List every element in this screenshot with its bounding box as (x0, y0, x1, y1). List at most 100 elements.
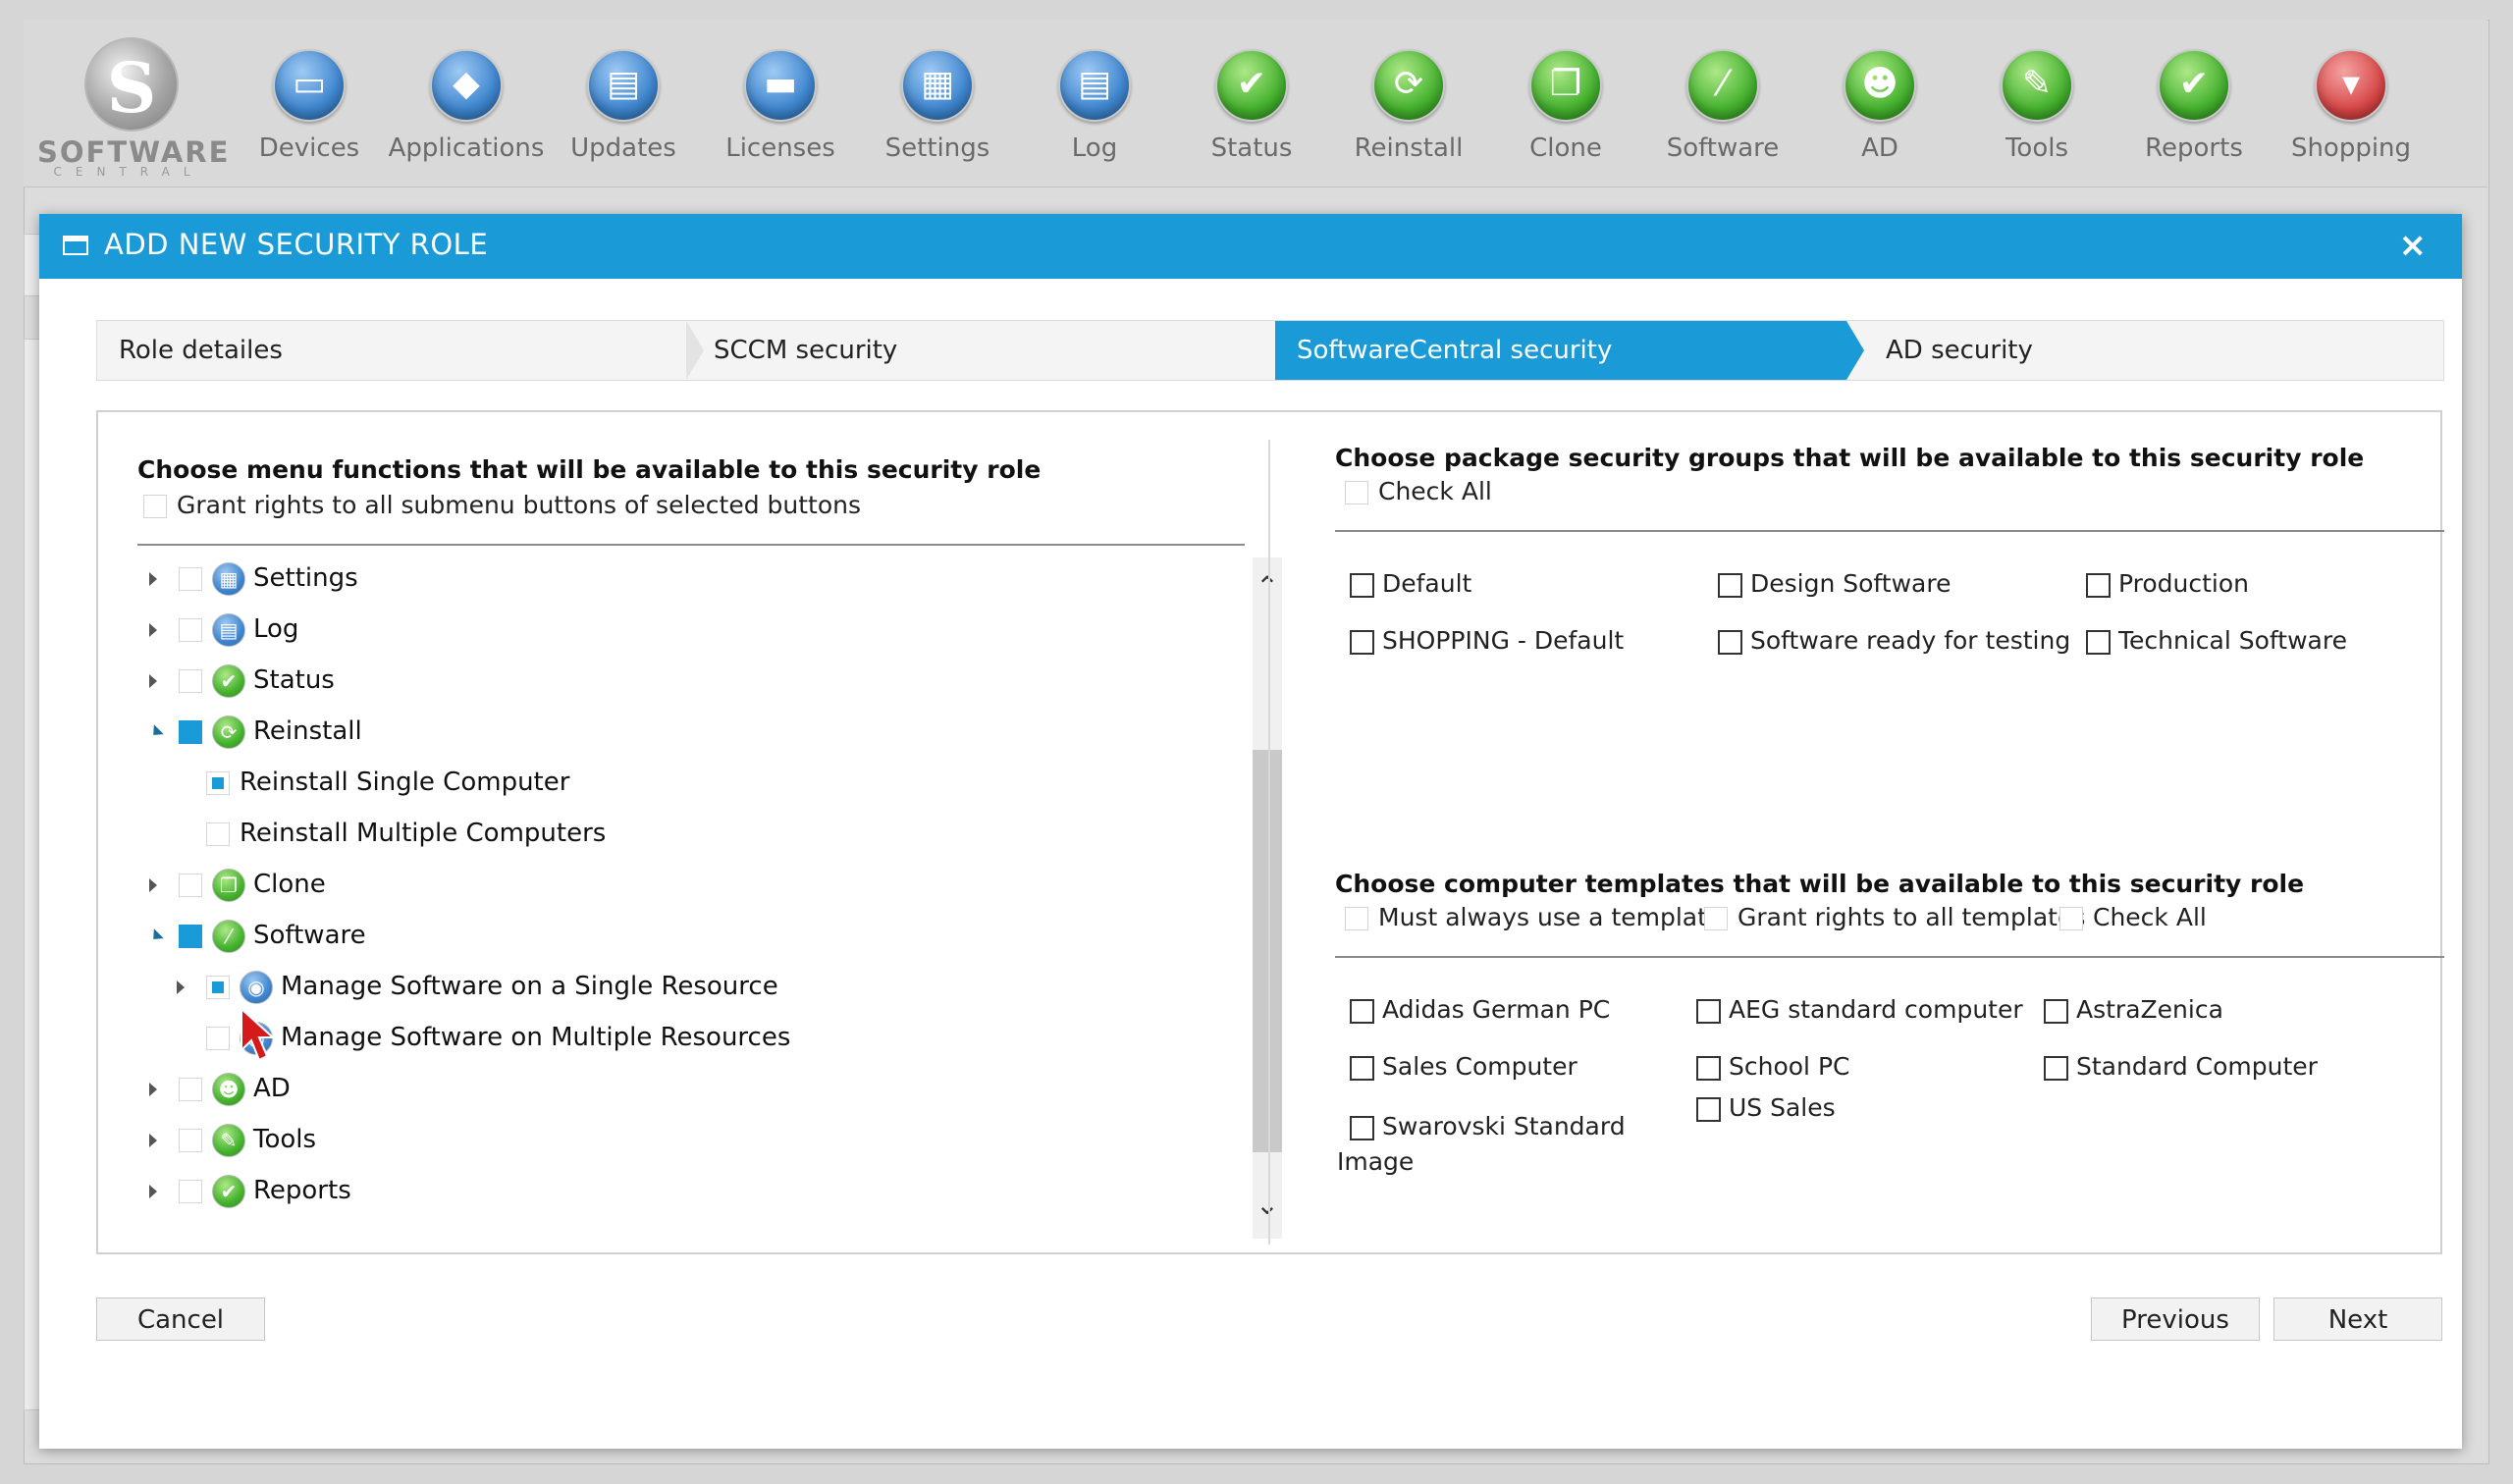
template-checkbox[interactable]: AEG standard computer (1696, 995, 2023, 1024)
template-checkbox[interactable]: Sales Computer (1350, 1052, 1577, 1081)
checkbox[interactable] (1350, 998, 1374, 1024)
template-checkbox[interactable]: US Sales (1696, 1093, 1836, 1122)
checkbox[interactable] (1345, 907, 1368, 930)
previous-button[interactable]: Previous (2091, 1298, 2260, 1341)
tree-item-manage-software-on-a-single-resource[interactable]: ◉ Manage Software on a Single Resource (177, 962, 778, 1011)
expand-arrow-icon[interactable] (149, 622, 157, 637)
template-label: AEG standard computer (1729, 995, 2023, 1024)
tree-checkbox[interactable] (179, 924, 202, 948)
step-softwarecentral-security[interactable]: SoftwareCentral security (1275, 321, 1846, 380)
cancel-button[interactable]: Cancel (96, 1298, 265, 1341)
checkbox[interactable] (1350, 1055, 1374, 1081)
next-button[interactable]: Next (2273, 1298, 2442, 1341)
tree-item-log[interactable]: ▤ Log (149, 605, 298, 654)
scroll-up-icon[interactable]: ⌃ (1253, 567, 1282, 607)
nav-reinstall[interactable]: ⟳ Reinstall (1330, 49, 1487, 167)
template-checkbox[interactable]: AstraZenica (2044, 995, 2223, 1024)
must-use-template-checkbox[interactable]: Must always use a template (1345, 903, 1722, 931)
nav-clone[interactable]: ❐ Clone (1487, 49, 1644, 167)
grant-all-templates-checkbox[interactable]: Grant rights to all templates (1704, 903, 2085, 931)
close-icon[interactable]: × (2399, 226, 2428, 265)
tree-checkbox[interactable] (206, 1026, 230, 1050)
tree-item-status[interactable]: ✔ Status (149, 656, 335, 705)
package-group-checkbox[interactable]: Default (1350, 569, 1471, 598)
checkbox[interactable] (1696, 1096, 1721, 1122)
template-checkbox[interactable]: Adidas German PC (1350, 995, 1610, 1024)
package-group-checkbox[interactable]: Software ready for testing (1718, 626, 2070, 655)
tree-checkbox[interactable] (179, 719, 202, 744)
tree-checkbox[interactable] (179, 668, 202, 693)
package-group-checkbox[interactable]: Design Software (1718, 569, 1951, 598)
templates-check-all-checkbox[interactable]: Check All (2059, 903, 2207, 931)
collapse-arrow-icon[interactable] (148, 928, 164, 944)
expand-arrow-icon[interactable] (149, 673, 157, 688)
checkbox[interactable] (1718, 572, 1742, 598)
tree-checkbox[interactable] (206, 975, 230, 999)
package-group-checkbox[interactable]: Production (2086, 569, 2249, 598)
nav-ad[interactable]: ☻ AD (1801, 49, 1958, 167)
checkbox[interactable] (143, 495, 167, 518)
scroll-down-icon[interactable]: ⌄ (1253, 1186, 1282, 1225)
expand-arrow-icon[interactable] (149, 1184, 157, 1198)
nav-log[interactable]: ▤ Log (1016, 49, 1173, 167)
tree-item-tools[interactable]: ✎ Tools (149, 1115, 316, 1164)
expand-arrow-icon[interactable] (149, 571, 157, 586)
tree-item-reports[interactable]: ✔ Reports (149, 1166, 351, 1215)
nav-software[interactable]: ⁄ Software (1644, 49, 1801, 167)
checkbox[interactable] (2086, 629, 2111, 655)
expand-arrow-icon[interactable] (149, 1133, 157, 1147)
checkbox[interactable] (1345, 481, 1368, 504)
nav-shopping[interactable]: ▾ Shopping (2272, 49, 2430, 167)
checkbox[interactable] (2086, 572, 2111, 598)
packages-check-all-checkbox[interactable]: Check All (1345, 477, 1492, 505)
tree-checkbox[interactable] (179, 873, 202, 897)
tree-checkbox[interactable] (179, 617, 202, 642)
tree-checkbox[interactable] (179, 566, 202, 591)
package-group-checkbox[interactable]: Technical Software (2086, 626, 2347, 655)
template-checkbox[interactable]: School PC (1696, 1052, 1849, 1081)
tree-item-software[interactable]: ⁄ Software (148, 911, 366, 960)
checkbox[interactable] (2044, 1055, 2068, 1081)
checkbox[interactable] (1718, 629, 1742, 655)
expand-arrow-icon[interactable] (149, 877, 157, 892)
checkbox[interactable] (1696, 998, 1721, 1024)
nav-devices[interactable]: ▭ Devices (231, 49, 388, 167)
tree-item-reinstall-single-computer[interactable]: Reinstall Single Computer (177, 758, 569, 807)
template-checkbox[interactable]: Standard Computer (2044, 1052, 2318, 1081)
expand-arrow-icon[interactable] (149, 1082, 157, 1096)
checkbox[interactable] (2059, 907, 2083, 930)
checkbox[interactable] (1350, 572, 1374, 598)
tree-item-reinstall-multiple-computers[interactable]: Reinstall Multiple Computers (177, 809, 606, 858)
nav-settings[interactable]: ▦ Settings (859, 49, 1016, 167)
checkbox[interactable] (1350, 1115, 1374, 1140)
tree-checkbox[interactable] (206, 770, 230, 795)
step-sccm-security[interactable]: SCCM security (692, 321, 1275, 380)
nav-reports[interactable]: ✔ Reports (2115, 49, 2272, 167)
nav-licenses[interactable]: ▬ Licenses (702, 49, 859, 167)
nav-updates[interactable]: ▤ Updates (545, 49, 702, 167)
checkbox[interactable] (1696, 1055, 1721, 1081)
nav-applications[interactable]: ◆ Applications (388, 49, 545, 167)
checkbox[interactable] (2044, 998, 2068, 1024)
scroll-thumb[interactable] (1253, 750, 1282, 1152)
tree-scrollbar[interactable]: ⌃ ⌄ (1253, 557, 1282, 1239)
package-group-checkbox[interactable]: SHOPPING - Default (1350, 626, 1624, 655)
nav-tools[interactable]: ✎ Tools (1958, 49, 2115, 167)
step-ad-security[interactable]: AD security (1864, 321, 2441, 380)
step-role-details[interactable]: Role detailes (97, 321, 686, 380)
tree-checkbox[interactable] (206, 822, 230, 846)
checkbox[interactable] (1704, 907, 1728, 930)
checkbox[interactable] (1350, 629, 1374, 655)
template-checkbox[interactable]: Swarovski Standard Image (1337, 1109, 1631, 1180)
tree-item-ad[interactable]: ☻ AD (149, 1064, 291, 1113)
tree-checkbox[interactable] (179, 1077, 202, 1101)
tree-item-settings[interactable]: ▦ Settings (149, 554, 358, 603)
grant-submenu-rights-checkbox[interactable]: Grant rights to all submenu buttons of s… (143, 491, 861, 519)
collapse-arrow-icon[interactable] (148, 723, 164, 740)
expand-arrow-icon[interactable] (177, 980, 185, 994)
tree-item-reinstall[interactable]: ⟳ Reinstall (148, 707, 362, 756)
nav-status[interactable]: ✔ Status (1173, 49, 1330, 167)
tree-checkbox[interactable] (179, 1179, 202, 1203)
tree-checkbox[interactable] (179, 1128, 202, 1152)
tree-item-clone[interactable]: ❐ Clone (149, 860, 326, 909)
